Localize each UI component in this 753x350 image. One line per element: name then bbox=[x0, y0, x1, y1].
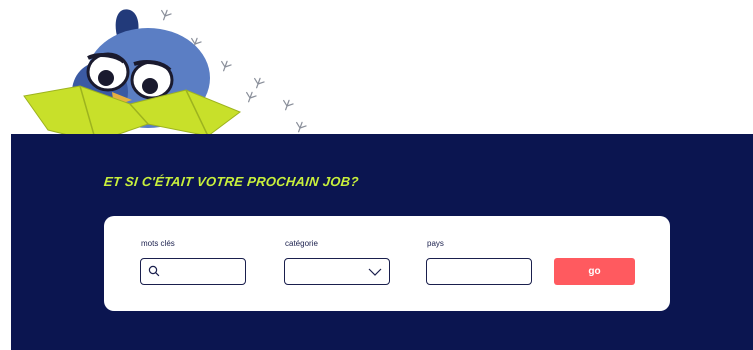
mascot-illustration bbox=[23, 9, 307, 143]
country-label: pays bbox=[427, 239, 444, 248]
job-search-card: mots clés catégorie pays go bbox=[104, 216, 670, 311]
chevron-down-icon bbox=[368, 268, 382, 276]
hero-band: ET SI C'ÉTAIT VOTRE PROCHAIN JOB? mots c… bbox=[11, 134, 753, 350]
country-input[interactable] bbox=[426, 258, 532, 285]
category-label: catégorie bbox=[285, 239, 318, 248]
keywords-label: mots clés bbox=[141, 239, 175, 248]
hero-headline: ET SI C'ÉTAIT VOTRE PROCHAIN JOB? bbox=[103, 174, 360, 189]
keywords-input[interactable] bbox=[140, 258, 246, 285]
category-select[interactable] bbox=[284, 258, 390, 285]
go-button[interactable]: go bbox=[554, 258, 635, 285]
search-icon bbox=[148, 265, 160, 277]
